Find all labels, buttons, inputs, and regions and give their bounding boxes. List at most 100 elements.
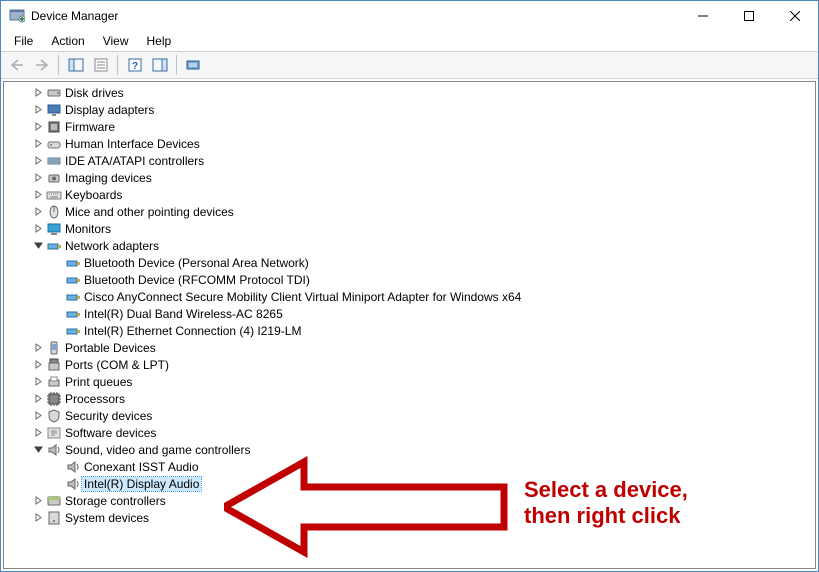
expander-none bbox=[50, 256, 64, 270]
tree-item-label: Intel(R) Dual Band Wireless-AC 8265 bbox=[82, 307, 285, 321]
network-icon bbox=[64, 306, 82, 322]
device-tree[interactable]: Disk drivesDisplay adaptersFirmware Human… bbox=[4, 82, 815, 568]
tree-item[interactable]: Cisco AnyConnect Secure Mobility Client … bbox=[6, 288, 815, 305]
tree-item[interactable]: Conexant ISST Audio bbox=[6, 458, 815, 475]
toolbar: ? bbox=[1, 51, 818, 79]
display-icon bbox=[45, 102, 63, 118]
back-button[interactable] bbox=[5, 54, 28, 76]
tree-item[interactable]: Bluetooth Device (RFCOMM Protocol TDI) bbox=[6, 271, 815, 288]
action-pane-button[interactable] bbox=[148, 54, 171, 76]
expander-none bbox=[50, 477, 64, 491]
tree-item[interactable]: Intel(R) Ethernet Connection (4) I219-LM bbox=[6, 322, 815, 339]
device-manager-window: Device Manager File Action View Help bbox=[0, 0, 819, 572]
mouse-icon bbox=[45, 204, 63, 220]
chevron-right-icon[interactable] bbox=[31, 137, 45, 151]
forward-button[interactable] bbox=[30, 54, 53, 76]
chevron-down-icon[interactable] bbox=[31, 443, 45, 457]
expander-none bbox=[50, 460, 64, 474]
chevron-right-icon[interactable] bbox=[31, 154, 45, 168]
tree-item[interactable]: Storage controllers bbox=[6, 492, 815, 509]
tree-item-label: Human Interface Devices bbox=[63, 137, 202, 151]
menu-view[interactable]: View bbox=[94, 32, 138, 50]
camera-icon bbox=[45, 170, 63, 186]
network-icon bbox=[64, 323, 82, 339]
tree-item[interactable]: Human Interface Devices bbox=[6, 135, 815, 152]
tree-item-label: Print queues bbox=[63, 375, 134, 389]
chevron-right-icon[interactable] bbox=[31, 171, 45, 185]
tree-item[interactable]: Firmware bbox=[6, 118, 815, 135]
window-controls bbox=[680, 1, 818, 31]
chevron-right-icon[interactable] bbox=[31, 426, 45, 440]
tree-item[interactable]: Sound, video and game controllers bbox=[6, 441, 815, 458]
printer-icon bbox=[45, 374, 63, 390]
tree-item[interactable]: Display adapters bbox=[6, 101, 815, 118]
tree-item[interactable]: Processors bbox=[6, 390, 815, 407]
chevron-right-icon[interactable] bbox=[31, 103, 45, 117]
chevron-right-icon[interactable] bbox=[31, 86, 45, 100]
chevron-right-icon[interactable] bbox=[31, 188, 45, 202]
toolbar-separator bbox=[117, 55, 118, 75]
chevron-right-icon[interactable] bbox=[31, 375, 45, 389]
tree-item[interactable]: Intel(R) Dual Band Wireless-AC 8265 bbox=[6, 305, 815, 322]
tree-item[interactable]: Keyboards bbox=[6, 186, 815, 203]
tree-item[interactable]: Portable Devices bbox=[6, 339, 815, 356]
titlebar: Device Manager bbox=[1, 1, 818, 31]
chevron-right-icon[interactable] bbox=[31, 494, 45, 508]
tree-item-label: Network adapters bbox=[63, 239, 161, 253]
chevron-down-icon[interactable] bbox=[31, 239, 45, 253]
chevron-right-icon[interactable] bbox=[31, 392, 45, 406]
keyboard-icon bbox=[45, 187, 63, 203]
storage-icon bbox=[45, 493, 63, 509]
close-button[interactable] bbox=[772, 1, 818, 31]
tree-item-label: Portable Devices bbox=[63, 341, 158, 355]
expander-none bbox=[50, 273, 64, 287]
app-icon bbox=[9, 8, 25, 24]
tree-item[interactable]: Ports (COM & LPT) bbox=[6, 356, 815, 373]
menu-action[interactable]: Action bbox=[42, 32, 93, 50]
help-button[interactable]: ? bbox=[123, 54, 146, 76]
menu-help[interactable]: Help bbox=[138, 32, 181, 50]
tree-item-label: System devices bbox=[63, 511, 151, 525]
tree-item-label: Disk drives bbox=[63, 86, 126, 100]
tree-item[interactable]: IDE ATA/ATAPI controllers bbox=[6, 152, 815, 169]
tree-item[interactable]: Print queues bbox=[6, 373, 815, 390]
tree-item-label: Keyboards bbox=[63, 188, 124, 202]
chevron-right-icon[interactable] bbox=[31, 409, 45, 423]
tree-item[interactable]: Mice and other pointing devices bbox=[6, 203, 815, 220]
hid-icon bbox=[45, 136, 63, 152]
chevron-right-icon[interactable] bbox=[31, 222, 45, 236]
chevron-right-icon[interactable] bbox=[31, 341, 45, 355]
toolbar-separator bbox=[176, 55, 177, 75]
tree-item[interactable]: System devices bbox=[6, 509, 815, 526]
network-icon bbox=[45, 238, 63, 254]
menu-file[interactable]: File bbox=[5, 32, 42, 50]
tree-item[interactable]: Monitors bbox=[6, 220, 815, 237]
software-icon bbox=[45, 425, 63, 441]
show-hide-console-tree-button[interactable] bbox=[64, 54, 87, 76]
chevron-right-icon[interactable] bbox=[31, 120, 45, 134]
tree-item[interactable]: Network adapters bbox=[6, 237, 815, 254]
tree-item[interactable]: Bluetooth Device (Personal Area Network) bbox=[6, 254, 815, 271]
tree-item[interactable]: Software devices bbox=[6, 424, 815, 441]
properties-button[interactable] bbox=[89, 54, 112, 76]
chevron-right-icon[interactable] bbox=[31, 358, 45, 372]
scan-hardware-button[interactable] bbox=[182, 54, 205, 76]
expander-none bbox=[50, 324, 64, 338]
tree-item-label: Monitors bbox=[63, 222, 113, 236]
monitor-icon bbox=[45, 221, 63, 237]
tree-item-label: Processors bbox=[63, 392, 127, 406]
tree-item[interactable]: Intel(R) Display Audio bbox=[6, 475, 815, 492]
tree-item[interactable]: Security devices bbox=[6, 407, 815, 424]
system-icon bbox=[45, 510, 63, 526]
chevron-right-icon[interactable] bbox=[31, 205, 45, 219]
tree-item-label: Bluetooth Device (RFCOMM Protocol TDI) bbox=[82, 273, 312, 287]
tree-item[interactable]: Disk drives bbox=[6, 84, 815, 101]
maximize-button[interactable] bbox=[726, 1, 772, 31]
minimize-button[interactable] bbox=[680, 1, 726, 31]
tree-item[interactable]: Imaging devices bbox=[6, 169, 815, 186]
chevron-right-icon[interactable] bbox=[31, 511, 45, 525]
portable-icon bbox=[45, 340, 63, 356]
tree-item-label: Intel(R) Ethernet Connection (4) I219-LM bbox=[82, 324, 303, 338]
tree-item-label: Conexant ISST Audio bbox=[82, 460, 201, 474]
tree-item-label: Security devices bbox=[63, 409, 154, 423]
